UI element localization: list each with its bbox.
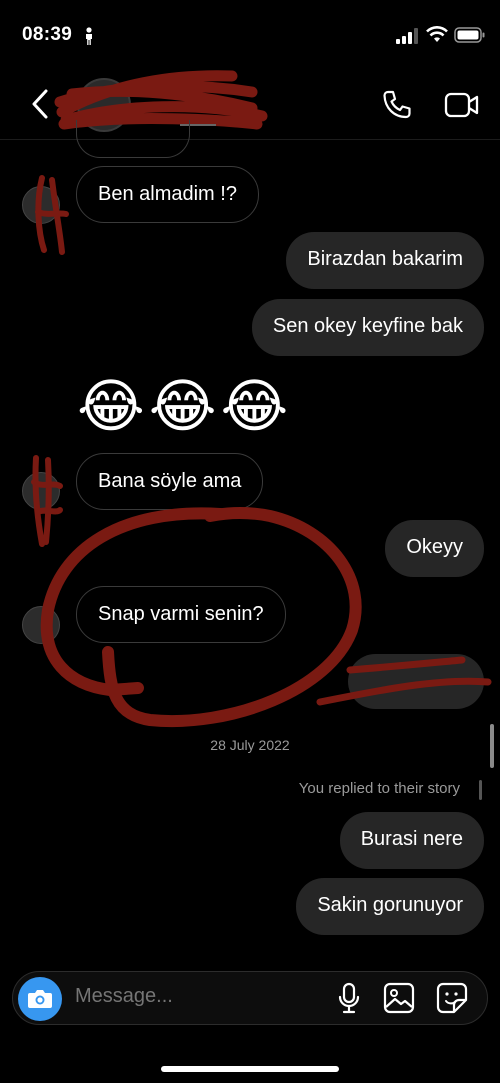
gallery-icon[interactable] bbox=[383, 982, 415, 1014]
video-camera-icon[interactable] bbox=[444, 90, 480, 120]
avatar[interactable] bbox=[22, 606, 60, 644]
battery-icon bbox=[454, 27, 485, 43]
story-reply-bar bbox=[479, 780, 482, 800]
avatar[interactable] bbox=[22, 186, 60, 224]
back-chevron-icon[interactable] bbox=[30, 88, 50, 120]
message-bubble-incoming[interactable]: Bana söyle ama bbox=[76, 453, 264, 510]
wifi-icon bbox=[426, 26, 448, 42]
message-input[interactable] bbox=[75, 985, 315, 1008]
microphone-icon[interactable] bbox=[336, 982, 362, 1014]
sticker-icon[interactable] bbox=[436, 982, 468, 1014]
status-time: 08:39 bbox=[22, 24, 73, 45]
camera-button[interactable] bbox=[18, 977, 62, 1021]
message-bubble-outgoing[interactable]: Sen okey keyfine bak bbox=[251, 299, 484, 356]
home-indicator[interactable] bbox=[161, 1066, 339, 1072]
message-bubble-outgoing[interactable]: Birazdan bakarim bbox=[286, 232, 484, 289]
avatar[interactable] bbox=[22, 472, 60, 510]
message-bubble-outgoing[interactable]: Okeyy bbox=[385, 520, 484, 577]
message-bubble-outgoing[interactable]: Burasi nere bbox=[339, 812, 484, 869]
emoji-message[interactable]: 😂😂😂 bbox=[77, 372, 292, 442]
message-bubble-outgoing[interactable] bbox=[348, 654, 484, 709]
header-divider bbox=[0, 139, 500, 140]
message-bubble-incoming[interactable]: Ben almadim !? bbox=[76, 166, 259, 223]
signal-icon bbox=[396, 28, 418, 44]
story-reply-note: You replied to their story bbox=[298, 780, 460, 797]
phone-icon[interactable] bbox=[381, 89, 413, 121]
message-bubble-outgoing[interactable]: Sakin gorunuyor bbox=[296, 878, 484, 935]
cut-off-bubble bbox=[76, 120, 190, 158]
message-bubble-incoming[interactable]: Snap varmi senin? bbox=[76, 586, 286, 643]
date-separator: 28 July 2022 bbox=[210, 737, 290, 753]
person-icon bbox=[86, 27, 92, 45]
camera-icon bbox=[28, 990, 52, 1008]
